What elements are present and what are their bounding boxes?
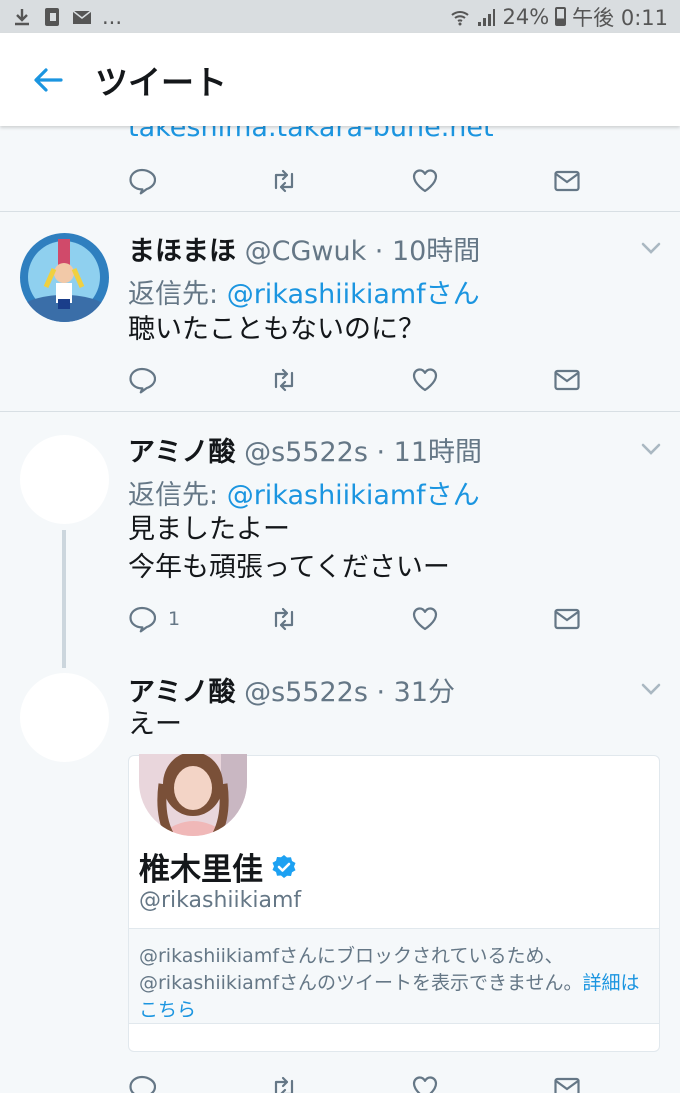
handle-and-time: @s5522s · 31分 [244,677,456,708]
reply-to-label: 返信先: [128,480,227,511]
blocked-notice: @rikashiikiamfさんにブロックされているため、 @rikashiik… [129,928,659,1024]
blocked-notice-line: @rikashiikiamfさんのツイートを表示できません。詳細は [139,972,640,994]
back-button[interactable] [0,33,95,126]
dm-icon [554,608,580,630]
dm-icon [554,1077,580,1093]
reply-to: 返信先: @rikashiikiamfさん [128,473,480,512]
reply-to-handle[interactable]: @rikashiikiamfさん [227,480,480,511]
dm-button[interactable] [553,164,581,198]
back-arrow-icon [33,67,63,92]
like-button[interactable] [411,164,439,198]
tweet-actions [128,164,581,198]
retweet-button[interactable] [270,1071,298,1093]
reply-to-label: 返信先: [128,279,227,310]
like-button[interactable] [411,602,439,636]
handle-and-time: @s5522s · 11時間 [244,437,483,468]
sim-icon [45,7,59,26]
reply-button[interactable]: 1 [128,602,180,636]
reply-button[interactable] [128,164,156,198]
blocked-notice-line: @rikashiikiamfさんにブロックされているため、 [139,945,564,967]
dm-icon [554,369,580,391]
thread-connector [62,530,66,668]
like-button[interactable] [411,1071,439,1093]
avatar[interactable] [20,435,109,524]
battery-icon [555,7,567,26]
handle-and-time: @CGwuk · 10時間 [244,236,481,267]
display-name[interactable]: アミノ酸 [128,437,235,468]
reply-count: 1 [168,608,181,630]
display-name[interactable]: まほまほ [128,236,236,267]
reply-button[interactable] [128,1071,156,1093]
page-title: ツイート [95,62,227,102]
tweet-actions [128,363,581,397]
signal-icon [478,8,496,26]
tweet-header: アミノ酸 @s5522s · 11時間 [128,430,482,469]
tweet[interactable]: アミノ酸 @s5522s · 11時間 返信先: @rikashiikiamfさ… [0,412,680,667]
app-header: ツイート [0,33,680,126]
more-notifications: ... [102,4,123,29]
retweet-icon [274,1076,294,1093]
mail-notification-icon [72,9,92,24]
like-icon [412,368,438,392]
status-bar: ... 24% 午後 0:11 [0,0,680,33]
tweet-text-line: 聴いたこともないのに？ [128,314,425,345]
avatar[interactable] [20,233,109,322]
previous-tweet: takeshima.takara-bune.net [0,126,680,212]
retweet-icon [274,607,294,631]
tweet-actions: 1 [128,602,581,636]
like-button[interactable] [411,363,439,397]
dm-icon [554,170,580,192]
caret-down-icon[interactable] [640,442,662,456]
retweet-icon [274,368,294,392]
dm-button[interactable] [553,1071,581,1093]
caret-down-icon[interactable] [640,241,662,255]
learn-more-link-continued[interactable]: こちら [139,997,649,1024]
reply-to-handle[interactable]: @rikashiikiamfさん [227,279,480,310]
reply-icon [129,1075,156,1093]
learn-more-link[interactable]: 詳細は [582,972,639,994]
caret-down-icon[interactable] [640,682,662,696]
battery-percent: 24% [502,4,550,29]
tweet-link[interactable]: takeshima.takara-bune.net [128,126,494,143]
reply-icon [129,606,156,633]
quoted-profile-card[interactable]: 椎木里佳 @rikashiikiamf @rikashiikiamfさんにブロッ… [128,754,660,1052]
tweet[interactable]: まほまほ @CGwuk · 10時間 返信先: @rikashiikiamfさん… [0,213,680,411]
tweet-text-line: えー [128,709,182,740]
profile-name-row: 椎木里佳 [139,844,297,889]
like-icon [412,169,438,193]
retweet-button[interactable] [270,602,298,636]
avatar[interactable] [20,673,109,762]
tweet-text: 聴いたこともないのに？ [128,311,425,349]
download-icon [15,8,29,25]
tweet-text: 見ましたよー 今年も頑張ってくださいー [128,511,450,587]
like-icon [412,607,438,631]
profile-avatar[interactable] [139,754,247,836]
clock: 午後 0:11 [572,5,668,30]
retweet-button[interactable] [270,164,298,198]
tweet-text: えー [128,706,182,744]
tweet-text-line: 今年も頑張ってくださいー [128,552,450,583]
tweet-actions [128,1071,581,1093]
profile-handle: @rikashiikiamf [139,888,302,913]
tweet-header: まほまほ @CGwuk · 10時間 [128,229,480,268]
reply-button[interactable] [128,363,156,397]
tweet-text-line: 見ましたよー [128,514,290,545]
display-name[interactable]: アミノ酸 [128,677,235,708]
dm-button[interactable] [553,363,581,397]
dm-button[interactable] [553,602,581,636]
reply-icon [129,168,156,195]
retweet-icon [274,169,294,193]
verified-badge-icon [272,854,296,878]
wifi-icon [451,10,470,25]
tweet-header: アミノ酸 @s5522s · 31分 [128,670,455,709]
profile-name[interactable]: 椎木里佳 [139,844,263,889]
reply-icon [129,367,156,394]
like-icon [412,1076,438,1093]
retweet-button[interactable] [270,363,298,397]
reply-to: 返信先: @rikashiikiamfさん [128,272,480,311]
